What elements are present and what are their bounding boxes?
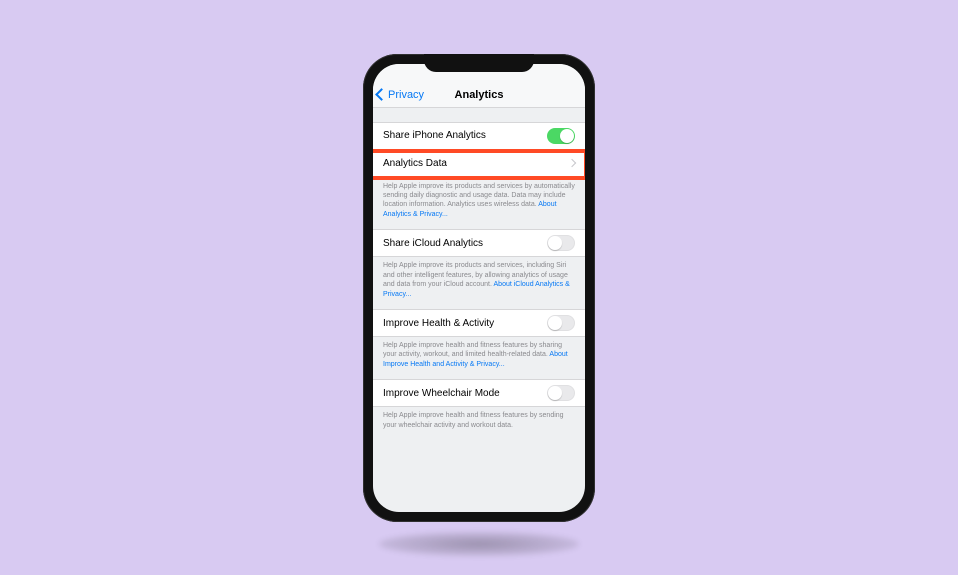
phone-notch: [424, 54, 534, 72]
toggle-improve-wheelchair[interactable]: [547, 385, 575, 401]
row-analytics-data[interactable]: Analytics Data: [373, 150, 585, 178]
toggle-share-icloud[interactable]: [547, 235, 575, 251]
phone-shadow: [379, 532, 579, 556]
row-label: Improve Health & Activity: [383, 318, 494, 329]
page-title: Analytics: [373, 89, 585, 101]
row-label: Share iCloud Analytics: [383, 238, 483, 249]
row-share-iphone-analytics[interactable]: Share iPhone Analytics: [373, 122, 585, 150]
toggle-improve-health[interactable]: [547, 315, 575, 331]
row-label: Share iPhone Analytics: [383, 130, 486, 141]
footer-iphone-analytics: Help Apple improve its products and serv…: [373, 178, 585, 230]
footer-icloud-analytics: Help Apple improve its products and serv…: [373, 257, 585, 309]
chevron-right-icon: [568, 159, 576, 167]
row-improve-health[interactable]: Improve Health & Activity: [373, 309, 585, 337]
phone-screen: Privacy Analytics Share iPhone Analytics…: [373, 64, 585, 512]
phone-frame: Privacy Analytics Share iPhone Analytics…: [363, 54, 595, 522]
footer-health: Help Apple improve health and fitness fe…: [373, 337, 585, 379]
row-label: Analytics Data: [383, 158, 447, 169]
footer-wheelchair: Help Apple improve health and fitness fe…: [373, 407, 585, 440]
row-improve-wheelchair[interactable]: Improve Wheelchair Mode: [373, 379, 585, 407]
toggle-share-iphone[interactable]: [547, 128, 575, 144]
row-label: Improve Wheelchair Mode: [383, 388, 500, 399]
row-share-icloud-analytics[interactable]: Share iCloud Analytics: [373, 229, 585, 257]
settings-content: Share iPhone Analytics Analytics Data He…: [373, 108, 585, 441]
